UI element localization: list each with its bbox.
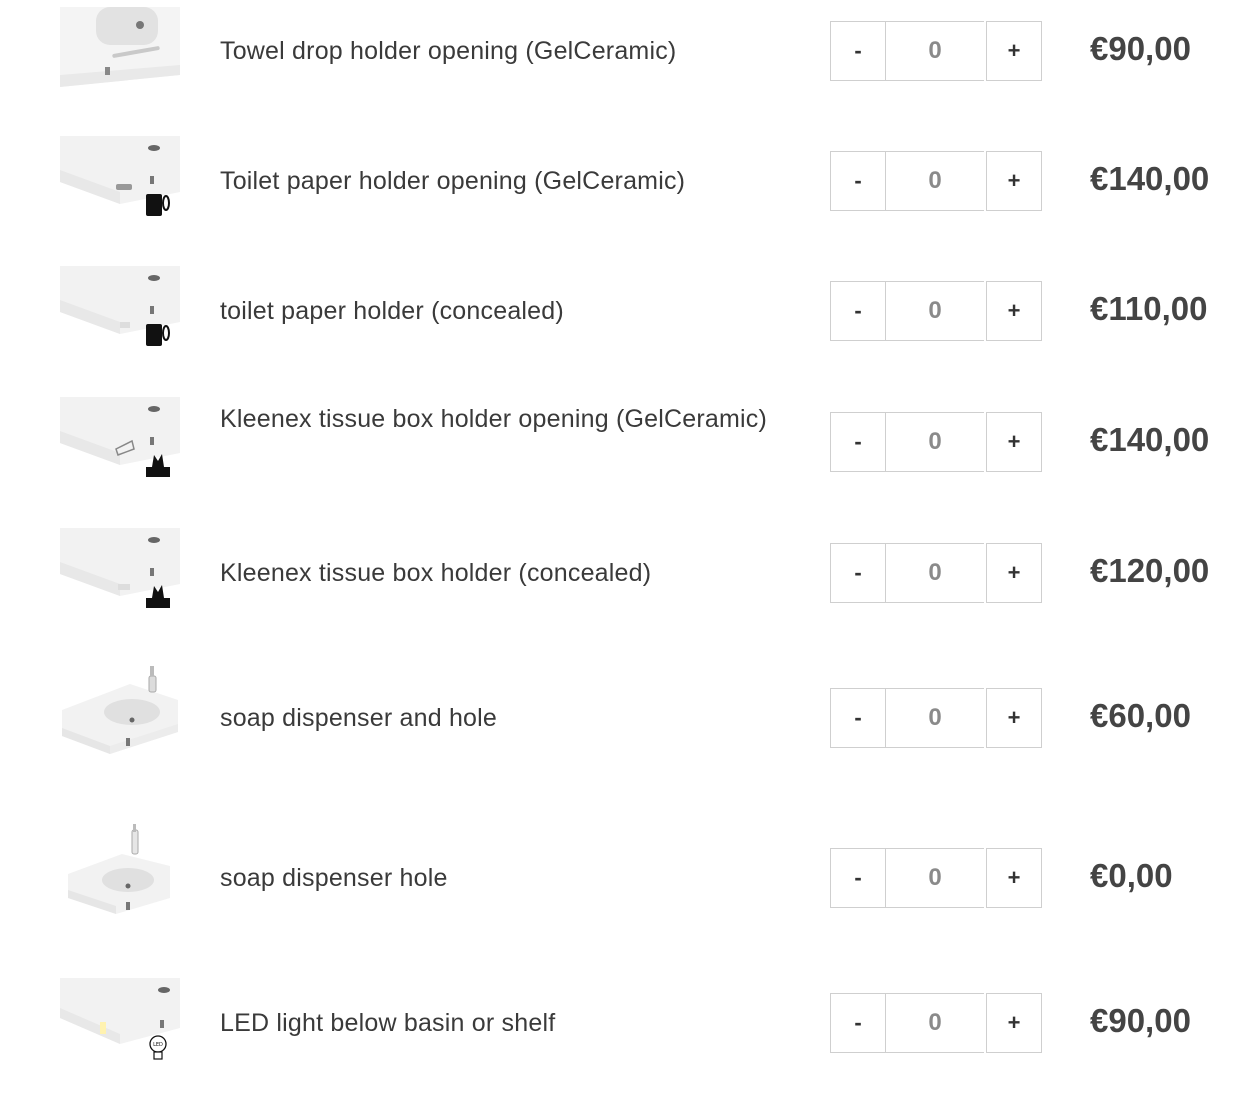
decrease-button[interactable]: - xyxy=(830,21,886,81)
led-bulb-icon: LED xyxy=(149,1035,167,1060)
quantity-stepper[interactable]: - 0 + xyxy=(830,543,1042,603)
option-price: €60,00 xyxy=(1090,697,1191,734)
increase-button[interactable]: + xyxy=(986,281,1042,341)
option-price: €120,00 xyxy=(1090,552,1210,589)
decrease-button[interactable]: - xyxy=(830,543,886,603)
increase-button[interactable]: + xyxy=(986,151,1042,211)
option-price: €140,00 xyxy=(1090,421,1210,458)
quantity-stepper[interactable]: - 0 + xyxy=(830,281,1042,341)
quantity-input[interactable]: 0 xyxy=(886,993,984,1053)
increase-button[interactable]: + xyxy=(986,412,1042,472)
quantity-input[interactable]: 0 xyxy=(886,151,984,211)
quantity-input[interactable]: 0 xyxy=(886,412,984,472)
product-thumbnail xyxy=(60,662,180,758)
toilet-paper-icon xyxy=(146,324,170,346)
option-label: toilet paper holder (concealed) xyxy=(220,297,564,325)
decrease-button[interactable]: - xyxy=(830,412,886,472)
option-price: €140,00 xyxy=(1090,160,1210,197)
option-label: Kleenex tissue box holder opening (GelCe… xyxy=(220,405,767,433)
decrease-button[interactable]: - xyxy=(830,688,886,748)
product-thumbnail xyxy=(60,136,180,226)
toilet-paper-icon xyxy=(146,194,170,216)
led-badge-text: LED xyxy=(153,1042,163,1048)
decrease-button[interactable]: - xyxy=(830,848,886,908)
quantity-input[interactable]: 0 xyxy=(886,688,984,748)
increase-button[interactable]: + xyxy=(986,543,1042,603)
option-price: €0,00 xyxy=(1090,857,1173,894)
quantity-input[interactable]: 0 xyxy=(886,281,984,341)
increase-button[interactable]: + xyxy=(986,848,1042,908)
quantity-input[interactable]: 0 xyxy=(886,21,984,81)
option-label: Towel drop holder opening (GelCeramic) xyxy=(220,37,677,65)
quantity-input[interactable]: 0 xyxy=(886,543,984,603)
product-thumbnail xyxy=(60,5,180,87)
option-price: €90,00 xyxy=(1090,1002,1191,1039)
product-thumbnail xyxy=(60,397,180,487)
option-label: Toilet paper holder opening (GelCeramic) xyxy=(220,167,686,195)
increase-button[interactable]: + xyxy=(986,993,1042,1053)
quantity-stepper[interactable]: - 0 + xyxy=(830,412,1042,472)
option-label: Kleenex tissue box holder (concealed) xyxy=(220,559,652,587)
option-price: €90,00 xyxy=(1090,30,1191,67)
decrease-button[interactable]: - xyxy=(830,151,886,211)
option-price: €110,00 xyxy=(1090,290,1208,327)
increase-button[interactable]: + xyxy=(986,21,1042,81)
quantity-stepper[interactable]: - 0 + xyxy=(830,21,1042,81)
quantity-stepper[interactable]: - 0 + xyxy=(830,848,1042,908)
product-thumbnail xyxy=(60,824,180,916)
quantity-input[interactable]: 0 xyxy=(886,848,984,908)
increase-button[interactable]: + xyxy=(986,688,1042,748)
decrease-button[interactable]: - xyxy=(830,281,886,341)
product-thumbnail xyxy=(60,528,180,618)
product-thumbnail xyxy=(60,266,180,356)
quantity-stepper[interactable]: - 0 + xyxy=(830,151,1042,211)
option-label: soap dispenser hole xyxy=(220,864,448,892)
product-thumbnail: LED xyxy=(60,978,180,1068)
option-label: soap dispenser and hole xyxy=(220,704,498,732)
decrease-button[interactable]: - xyxy=(830,993,886,1053)
quantity-stepper[interactable]: - 0 + xyxy=(830,993,1042,1053)
quantity-stepper[interactable]: - 0 + xyxy=(830,688,1042,748)
option-label: LED light below basin or shelf xyxy=(220,1009,556,1037)
